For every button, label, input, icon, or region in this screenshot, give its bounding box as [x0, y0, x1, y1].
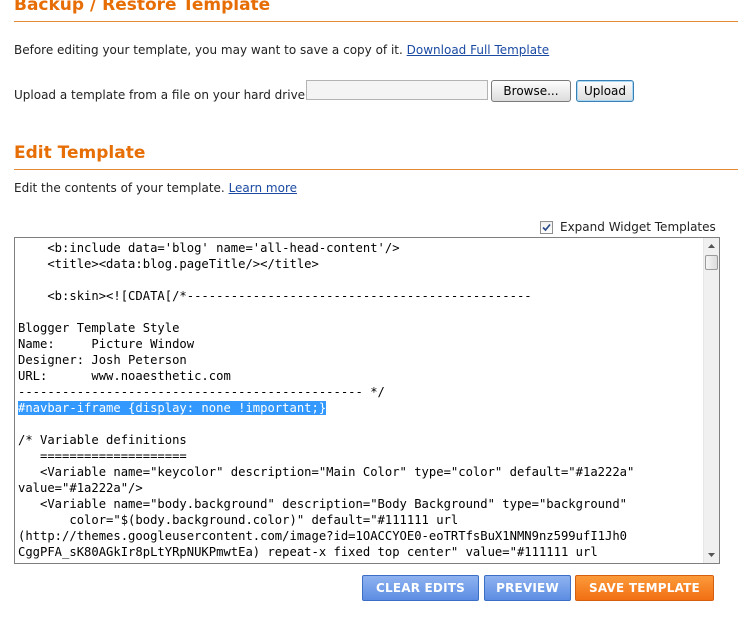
code-line-text: Designer: Josh Peterson: [18, 353, 187, 367]
code-line-text: <Variable name="body.background" descrip…: [18, 497, 628, 511]
template-code-editor[interactable]: <b:include data='blog' name='all-head-co…: [14, 237, 720, 564]
browse-button[interactable]: Browse...: [491, 80, 571, 102]
code-line[interactable]: Name: Picture Window: [18, 336, 702, 352]
expand-widget-templates-option[interactable]: Expand Widget Templates: [540, 219, 716, 235]
code-line-text: (http://themes.googleusercontent.com/ima…: [18, 529, 628, 543]
backup-intro: Before editing your template, you may wa…: [14, 42, 549, 58]
upload-file-path-input[interactable]: [306, 80, 488, 100]
backup-section-divider: [14, 21, 738, 22]
code-line[interactable]: URL: www.noaesthetic.com: [18, 368, 702, 384]
expand-widget-templates-checkbox[interactable]: [540, 220, 553, 234]
code-line-text: URL: www.noaesthetic.com: [18, 369, 231, 383]
scroll-up-arrow-icon[interactable]: [704, 238, 719, 254]
code-line-text: <Variable name="keycolor" description="M…: [18, 465, 635, 479]
code-line-text: Blogger Template Style: [18, 321, 180, 335]
code-line[interactable]: ====================: [18, 448, 702, 464]
code-line-text: <b:include data='blog' name='all-head-co…: [18, 241, 400, 255]
code-line-text: ----------------------------------------…: [18, 385, 385, 399]
code-line[interactable]: [18, 272, 702, 288]
code-line[interactable]: <Variable name="keycolor" description="M…: [18, 464, 702, 480]
code-line-text: CggPFA_sK80AGkIr8pLtYRpNUKPmwtEa) repeat…: [18, 545, 598, 559]
code-line[interactable]: <b:skin><![CDATA[/*---------------------…: [18, 288, 702, 304]
code-line-text: #navbar-iframe {display: none !important…: [18, 401, 327, 415]
edit-intro-text: Edit the contents of your template.: [14, 181, 225, 195]
upload-button[interactable]: Upload: [576, 80, 634, 102]
template-code[interactable]: <b:include data='blog' name='all-head-co…: [18, 240, 702, 560]
scroll-down-arrow-icon[interactable]: [704, 547, 719, 563]
checkmark-icon: [542, 223, 551, 231]
code-line-text: value="#1a222a"/>: [18, 481, 143, 495]
code-line[interactable]: Blogger Template Style: [18, 320, 702, 336]
save-template-button[interactable]: SAVE TEMPLATE: [575, 575, 714, 601]
upload-label: Upload a template from a file on your ha…: [14, 88, 310, 102]
code-line-text: /* Variable definitions: [18, 433, 187, 447]
expand-widget-templates-label: Expand Widget Templates: [560, 220, 716, 234]
edit-template-heading: Edit Template: [14, 143, 146, 163]
code-line[interactable]: <b:include data='blog' name='all-head-co…: [18, 240, 702, 256]
code-line[interactable]: #navbar-iframe {display: none !important…: [18, 400, 702, 416]
code-line[interactable]: ----------------------------------------…: [18, 384, 702, 400]
edit-section-divider: [14, 169, 738, 170]
code-line-text: color="$(body.background.color)" default…: [18, 513, 459, 527]
code-line[interactable]: <title><data:blog.pageTitle/></title>: [18, 256, 702, 272]
code-line-text: <b:skin><![CDATA[/*---------------------…: [18, 289, 532, 303]
code-line[interactable]: [18, 304, 702, 320]
code-line-text: ====================: [18, 449, 187, 463]
code-line[interactable]: color="$(body.background.color)" default…: [18, 512, 702, 528]
learn-more-link[interactable]: Learn more: [229, 181, 297, 195]
code-line[interactable]: (http://themes.googleusercontent.com/ima…: [18, 528, 702, 544]
backup-intro-text: Before editing your template, you may wa…: [14, 43, 403, 57]
scroll-thumb[interactable]: [705, 255, 718, 270]
code-line-text: Name: Picture Window: [18, 337, 195, 351]
backup-restore-heading: Backup / Restore Template: [14, 0, 271, 15]
code-line[interactable]: <Variable name="body.background" descrip…: [18, 496, 702, 512]
code-line[interactable]: /* Variable definitions: [18, 432, 702, 448]
editor-scrollbar[interactable]: [703, 238, 719, 563]
download-full-template-link[interactable]: Download Full Template: [407, 43, 550, 57]
code-line[interactable]: Designer: Josh Peterson: [18, 352, 702, 368]
clear-edits-button[interactable]: CLEAR EDITS: [362, 575, 479, 601]
preview-button[interactable]: PREVIEW: [484, 575, 571, 601]
code-line[interactable]: value="#1a222a"/>: [18, 480, 702, 496]
edit-intro: Edit the contents of your template. Lear…: [14, 180, 297, 196]
code-line[interactable]: [18, 416, 702, 432]
code-line[interactable]: CggPFA_sK80AGkIr8pLtYRpNUKPmwtEa) repeat…: [18, 544, 702, 560]
code-line-text: <title><data:blog.pageTitle/></title>: [18, 257, 319, 271]
